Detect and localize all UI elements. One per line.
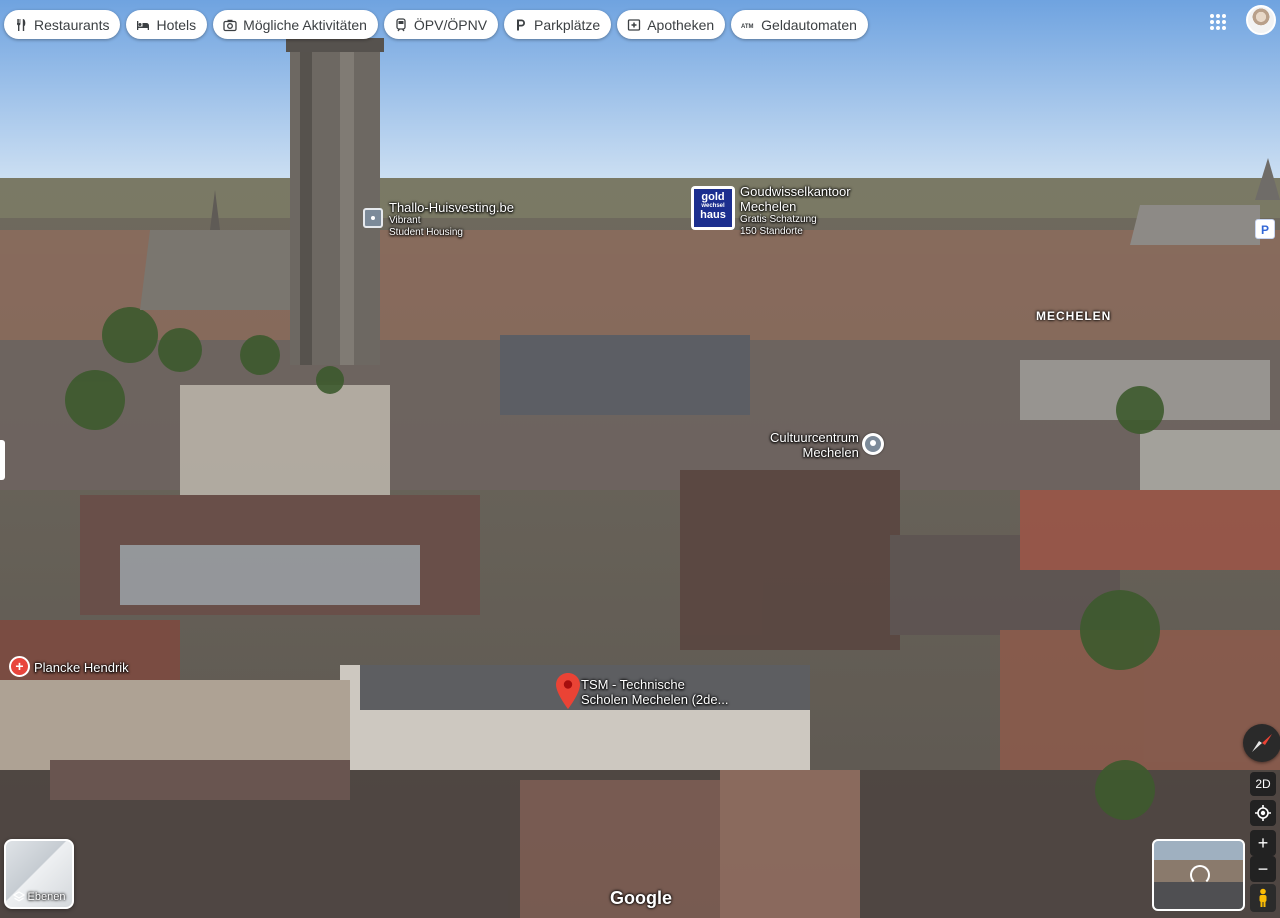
logo-text: gold <box>694 192 732 202</box>
poi-name: Goudwisselkantoor <box>740 184 851 199</box>
street-view-preview[interactable] <box>1152 839 1245 911</box>
chip-activities[interactable]: Mögliche Aktivitäten <box>213 10 378 39</box>
chip-label: Mögliche Aktivitäten <box>243 17 367 33</box>
chip-atm[interactable]: ATM Geldautomaten <box>731 10 868 39</box>
parking-icon <box>513 17 529 33</box>
train-icon <box>393 17 409 33</box>
poi-marker-cultuurcentrum[interactable] <box>862 433 884 455</box>
poi-goudwisselkantoor[interactable]: Goudwisselkantoor Mechelen Gratis Schatz… <box>740 184 851 238</box>
aerial-3d-view[interactable] <box>0 0 1280 918</box>
rotate-icon <box>1190 865 1210 885</box>
atm-icon: ATM <box>740 17 756 33</box>
account-avatar[interactable] <box>1246 5 1276 35</box>
poi-name: Mechelen <box>770 445 859 460</box>
poi-name: TSM - Technische <box>581 677 728 692</box>
layers-icon <box>13 891 25 903</box>
chip-label: Parkplätze <box>534 17 600 33</box>
chip-label: Restaurants <box>34 17 109 33</box>
pharmacy-icon <box>626 17 642 33</box>
goldhaus-logo-marker[interactable]: gold wechsel haus <box>691 186 735 230</box>
svg-text:ATM: ATM <box>741 24 754 30</box>
chip-hotels[interactable]: Hotels <box>126 10 207 39</box>
apps-grid-icon[interactable] <box>1206 10 1230 34</box>
poi-name: Cultuurcentrum <box>770 430 859 445</box>
google-logo: Google <box>610 888 672 909</box>
logo-text: haus <box>694 210 732 220</box>
poi-sub: Student Housing <box>389 227 514 239</box>
parking-marker[interactable]: P <box>1255 219 1275 239</box>
fork-knife-icon <box>13 17 29 33</box>
side-panel-toggle[interactable] <box>0 440 5 480</box>
poi-sub: 150 Standorte <box>740 226 851 238</box>
chip-label: Apotheken <box>647 17 714 33</box>
my-location-icon[interactable] <box>1250 800 1276 826</box>
poi-sub: Gratis Schatzung <box>740 214 851 226</box>
poi-cultuurcentrum[interactable]: Cultuurcentrum Mechelen <box>770 430 859 460</box>
chip-transit[interactable]: ÖPV/ÖPNV <box>384 10 498 39</box>
poi-plancke[interactable]: Plancke Hendrik <box>34 660 129 675</box>
poi-tsm[interactable]: TSM - Technische Scholen Mechelen (2de..… <box>581 677 728 707</box>
selected-place-pin-icon[interactable] <box>556 673 580 709</box>
poi-thallo[interactable]: Thallo-Huisvesting.be Vibrant Student Ho… <box>389 200 514 239</box>
poi-name: Plancke Hendrik <box>34 660 129 675</box>
poi-name: Mechelen <box>740 199 851 214</box>
poi-name: Scholen Mechelen (2de... <box>581 692 728 707</box>
pharmacy-marker-icon[interactable]: + <box>9 656 30 677</box>
zoom-in-button[interactable]: + <box>1250 830 1276 856</box>
camera-icon <box>222 17 238 33</box>
layers-label: Ebenen <box>28 891 66 903</box>
toggle-2d-button[interactable]: 2D <box>1250 772 1276 796</box>
poi-name: Thallo-Huisvesting.be <box>389 200 514 215</box>
poi-marker-thallo[interactable] <box>363 208 383 228</box>
chip-label: Geldautomaten <box>761 17 857 33</box>
city-label: MECHELEN <box>1036 309 1111 323</box>
chip-pharmacies[interactable]: Apotheken <box>617 10 725 39</box>
chip-label: ÖPV/ÖPNV <box>414 17 487 33</box>
zoom-out-button[interactable]: − <box>1250 856 1276 882</box>
category-chips: Restaurants Hotels Mögliche Aktivitäten … <box>4 10 868 39</box>
compass-icon[interactable] <box>1243 724 1280 762</box>
city-render <box>0 0 1280 918</box>
bed-icon <box>135 17 151 33</box>
chip-restaurants[interactable]: Restaurants <box>4 10 120 39</box>
layers-button[interactable]: Ebenen <box>4 839 74 909</box>
chip-label: Hotels <box>156 17 196 33</box>
poi-sub: Vibrant <box>389 215 514 227</box>
chip-parking[interactable]: Parkplätze <box>504 10 611 39</box>
pegman-icon[interactable] <box>1250 884 1276 912</box>
